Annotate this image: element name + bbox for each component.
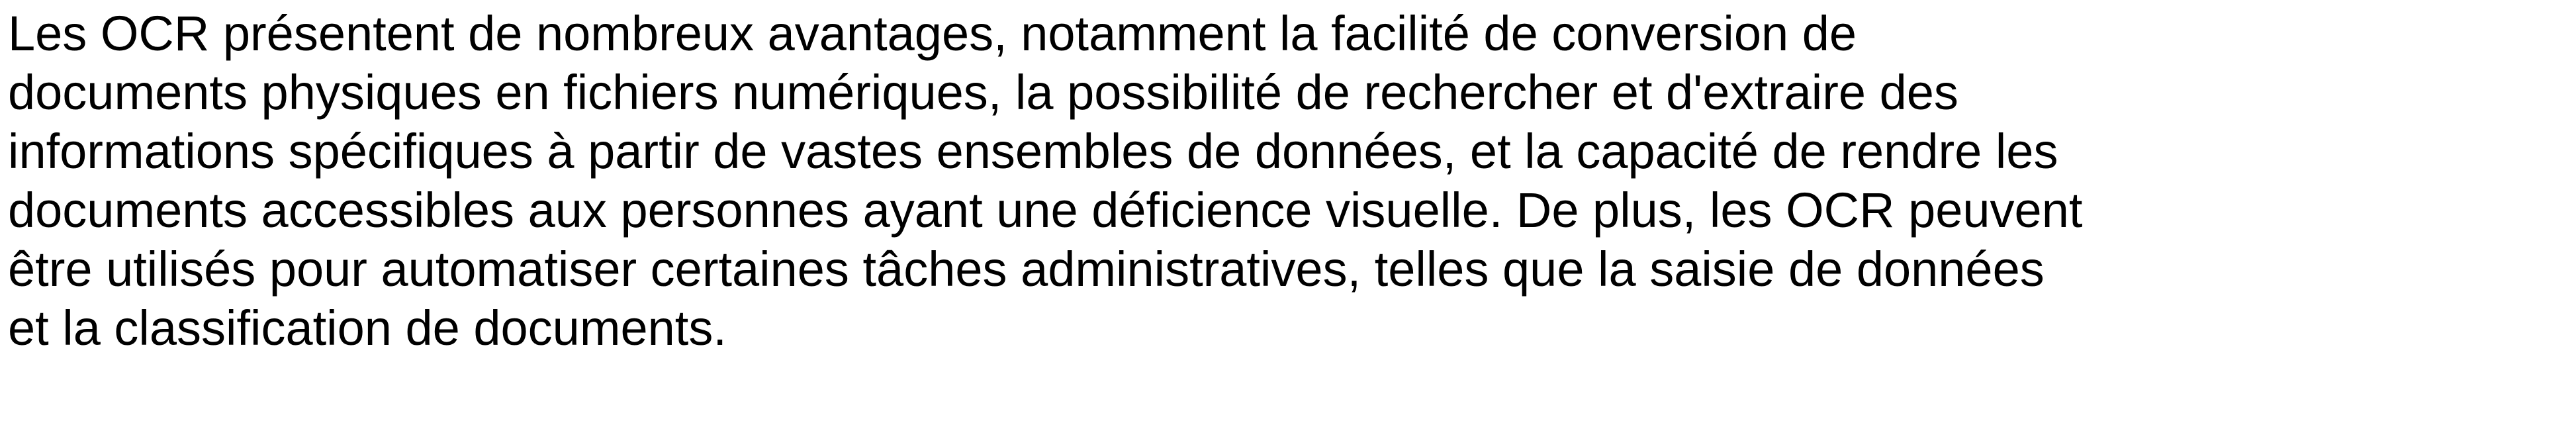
paragraph-line: informations spécifiques à partir de vas… [8, 124, 2058, 179]
paragraph-line: être utilisés pour automatiser certaines… [8, 242, 2045, 297]
paragraph: Les OCR présentent de nombreux avantages… [8, 4, 2569, 357]
paragraph-line: et la classification de documents. [8, 301, 727, 355]
paragraph-line: Les OCR présentent de nombreux avantages… [8, 6, 1857, 61]
paragraph-line: documents physiques en fichiers numériqu… [8, 65, 1958, 120]
document-page: Les OCR présentent de nombreux avantages… [0, 0, 2576, 421]
paragraph-line: documents accessibles aux personnes ayan… [8, 183, 2083, 238]
